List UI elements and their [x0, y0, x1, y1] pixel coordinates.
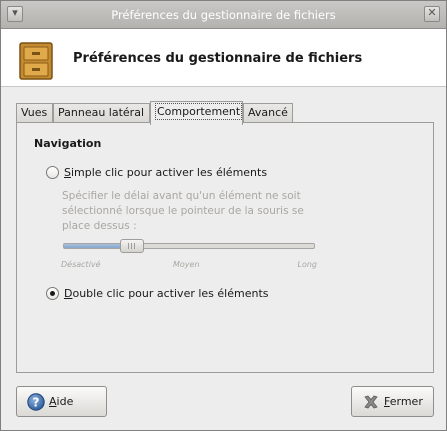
slider-grip-icon: [128, 243, 136, 249]
radio-selected-dot: [50, 291, 55, 296]
tab-label: Vues: [21, 106, 48, 119]
hover-delay-description: Spécifier le délai avant qu'un élément n…: [62, 190, 304, 232]
close-button[interactable]: Fermer: [351, 386, 434, 417]
help-label: Aide: [49, 395, 73, 408]
double-click-option[interactable]: Double clic pour activer les éléments: [46, 286, 306, 302]
help-text: ide: [56, 395, 74, 408]
tab-vues[interactable]: Vues: [16, 103, 53, 123]
double-click-radio[interactable]: [46, 287, 59, 300]
tab-label: Avancé: [248, 106, 288, 119]
slider-label-medium: Moyen: [173, 260, 200, 269]
double-click-text: ouble clic pour activer les éléments: [72, 287, 269, 300]
close-text: ermer: [389, 395, 423, 408]
tab-label: Panneau latéral: [58, 106, 144, 119]
single-click-text: imple clic pour activer les éléments: [70, 166, 268, 179]
slider-label-disabled: Désactivé: [61, 260, 101, 269]
double-click-label: Double clic pour activer les éléments: [64, 287, 269, 300]
window-title: Préférences du gestionnaire de fichiers: [111, 8, 336, 22]
file-cabinet-icon: [19, 42, 53, 80]
slider-thumb[interactable]: [120, 239, 144, 253]
slider-label-long: Long: [297, 260, 318, 269]
tab-label: Comportement: [155, 103, 243, 120]
single-click-radio[interactable]: [46, 166, 59, 179]
hover-delay-slider[interactable]: [63, 239, 315, 253]
close-label: Fermer: [384, 395, 423, 408]
help-mnemonic: A: [49, 395, 57, 408]
behavior-panel: Navigation Simple clic pour activer les …: [16, 122, 434, 373]
single-click-mnemonic: S: [64, 166, 71, 179]
single-click-label: Simple clic pour activer les éléments: [64, 166, 267, 179]
dialog-header: Préférences du gestionnaire de fichiers: [1, 29, 446, 87]
preferences-window: ▾ Préférences du gestionnaire de fichier…: [0, 0, 447, 431]
slider-labels: Désactivé Moyen Long: [61, 260, 317, 272]
tab-comportement[interactable]: Comportement: [150, 101, 243, 125]
help-icon: ?: [27, 393, 45, 411]
window-close-icon: ✕: [427, 6, 437, 19]
single-click-option[interactable]: Simple clic pour activer les éléments: [46, 165, 306, 181]
window-close-button[interactable]: ✕: [424, 6, 440, 22]
help-button[interactable]: ? Aide: [16, 386, 107, 417]
close-x-icon: [364, 395, 378, 409]
tab-panneau-lateral[interactable]: Panneau latéral: [53, 103, 150, 123]
dialog-heading: Préférences du gestionnaire de fichiers: [73, 51, 363, 66]
title-bar[interactable]: ▾ Préférences du gestionnaire de fichier…: [1, 1, 446, 29]
svg-text:?: ?: [33, 395, 40, 409]
tab-avance[interactable]: Avancé: [243, 103, 293, 123]
navigation-section-title: Navigation: [34, 137, 102, 150]
